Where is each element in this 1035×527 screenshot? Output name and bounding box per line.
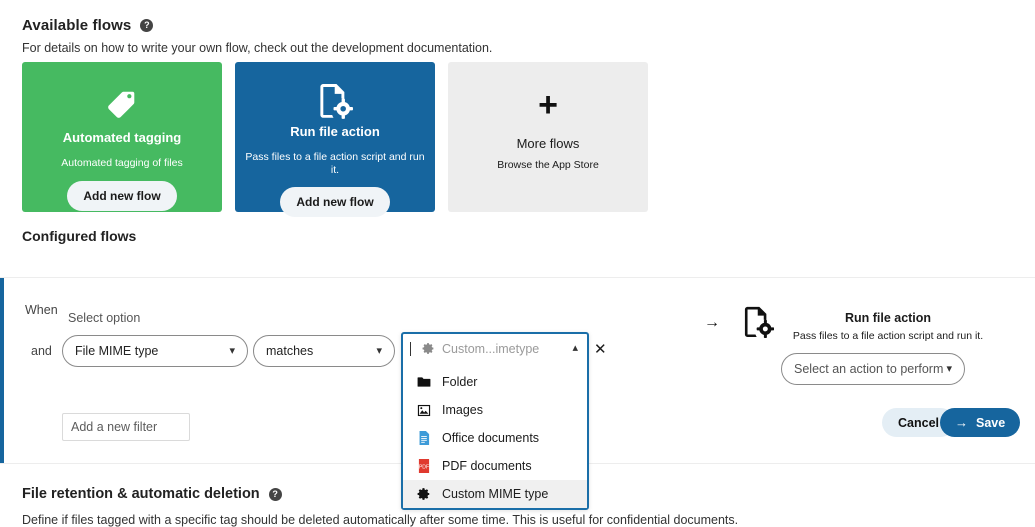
arrow-right-icon: → bbox=[704, 314, 720, 331]
help-circle-icon[interactable]: ? bbox=[140, 19, 154, 32]
when-label: When bbox=[25, 303, 58, 317]
mime-value-combobox[interactable]: Custom...imetype ▴ Folder Images Office … bbox=[401, 332, 589, 510]
file-retention-title: File retention & automatic deletion bbox=[22, 486, 260, 502]
mime-option-folder[interactable]: Folder bbox=[403, 368, 587, 396]
flow-card-desc: Pass files to a file action script and r… bbox=[245, 151, 425, 176]
gear-icon bbox=[417, 487, 431, 501]
add-new-filter-input[interactable]: Add a new filter bbox=[62, 413, 190, 441]
flow-card-automated-tagging[interactable]: Automated tagging Automated tagging of f… bbox=[22, 62, 222, 212]
mime-type-select-value: File MIME type bbox=[75, 344, 159, 358]
flow-card-more-flows[interactable]: + More flows Browse the App Store bbox=[448, 62, 648, 212]
mime-option-label: Folder bbox=[442, 375, 478, 389]
folder-icon bbox=[417, 375, 431, 389]
action-select[interactable]: Select an action to perform ▾ bbox=[781, 353, 965, 385]
chevron-up-icon[interactable]: ▴ bbox=[572, 343, 578, 354]
action-title: Run file action bbox=[844, 311, 932, 325]
add-new-filter-placeholder: Add a new filter bbox=[71, 420, 158, 434]
svg-text:PDF: PDF bbox=[419, 465, 429, 471]
mime-option-images[interactable]: Images bbox=[403, 396, 587, 424]
select-option-label: Select option bbox=[68, 311, 141, 325]
close-icon[interactable]: ✕ bbox=[594, 342, 607, 357]
flow-card-title: More flows bbox=[516, 136, 580, 151]
pdf-icon: PDF bbox=[417, 459, 431, 473]
file-gear-icon bbox=[317, 82, 353, 120]
and-label: and bbox=[31, 344, 52, 358]
available-flows-subtitle: For details on how to write your own flo… bbox=[22, 41, 493, 55]
action-select-placeholder: Select an action to perform bbox=[794, 362, 944, 376]
add-new-flow-button-tagging[interactable]: Add new flow bbox=[67, 180, 177, 211]
text-cursor bbox=[410, 342, 411, 356]
plus-icon: + bbox=[538, 86, 558, 124]
file-retention-subtitle: Define if files tagged with a specific t… bbox=[22, 513, 739, 527]
office-document-icon bbox=[417, 431, 431, 445]
mime-type-select[interactable]: File MIME type ▾ bbox=[62, 335, 248, 367]
available-flows-header: Available flows ? bbox=[22, 17, 154, 34]
chevron-down-icon: ▾ bbox=[376, 344, 382, 357]
arrow-right-icon: → bbox=[955, 415, 968, 430]
mime-option-label: Office documents bbox=[442, 431, 540, 445]
mime-value-input[interactable]: Custom...imetype ▴ bbox=[403, 334, 587, 363]
page-title: Available flows bbox=[22, 17, 132, 34]
file-retention-header: File retention & automatic deletion ? bbox=[22, 486, 282, 502]
chevron-down-icon: ▾ bbox=[946, 362, 952, 375]
flow-card-run-file-action[interactable]: Run file action Pass files to a file act… bbox=[235, 62, 435, 218]
mime-options-list: Folder Images Office documents PDF PDF d… bbox=[403, 363, 587, 508]
action-description: Pass files to a file action script and r… bbox=[792, 330, 984, 342]
mime-option-label: PDF documents bbox=[442, 459, 532, 473]
file-gear-icon bbox=[742, 305, 775, 344]
mime-option-label: Images bbox=[442, 403, 483, 417]
mime-option-office-documents[interactable]: Office documents bbox=[403, 424, 587, 452]
mime-option-custom-mime-type[interactable]: Custom MIME type bbox=[403, 480, 587, 508]
mime-value-placeholder: Custom...imetype bbox=[442, 341, 540, 356]
operator-select[interactable]: matches ▾ bbox=[253, 335, 395, 367]
help-circle-icon[interactable]: ? bbox=[268, 487, 282, 501]
image-icon bbox=[417, 403, 431, 417]
mime-option-label: Custom MIME type bbox=[442, 487, 549, 501]
available-flows-cards: Automated tagging Automated tagging of f… bbox=[22, 62, 648, 218]
mime-option-pdf-documents[interactable]: PDF PDF documents bbox=[403, 452, 587, 480]
flow-card-desc: Browse the App Store bbox=[497, 159, 599, 171]
flow-settings-page: Available flows ? For details on how to … bbox=[0, 0, 1035, 527]
flow-card-desc: Automated tagging of files bbox=[61, 157, 183, 169]
add-new-flow-button-file-action[interactable]: Add new flow bbox=[280, 187, 390, 218]
operator-select-value: matches bbox=[266, 344, 314, 358]
configured-flows-title: Configured flows bbox=[22, 228, 137, 244]
tag-icon bbox=[104, 82, 140, 126]
save-button-label: Save bbox=[976, 415, 1006, 430]
chevron-down-icon: ▾ bbox=[229, 344, 235, 357]
flow-card-title: Automated tagging bbox=[62, 130, 182, 145]
flow-card-title: Run file action bbox=[290, 124, 380, 139]
save-button[interactable]: → Save bbox=[940, 408, 1021, 437]
gear-icon bbox=[422, 342, 435, 355]
